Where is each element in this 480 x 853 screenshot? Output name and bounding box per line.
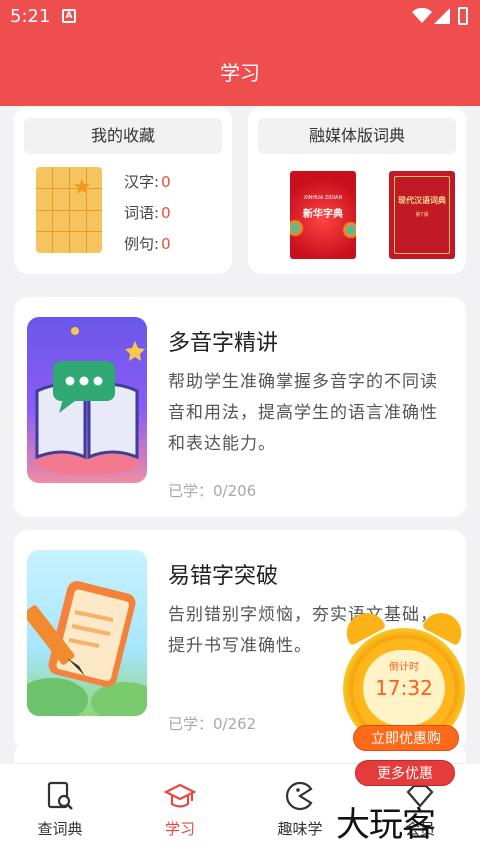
countdown-face: 倒计时 17:32 [363, 650, 445, 726]
favorites-row-count: 0 [161, 173, 171, 191]
page-title: 学习 [220, 61, 260, 85]
course-card-polyphonic[interactable]: 多音字精讲 帮助学生准确掌握多音字的不同读音和用法，提高学生的语言准确性和表达能… [14, 297, 466, 517]
promo-widget[interactable]: 倒计时 17:32 立即优惠购 更多优惠 [335, 600, 470, 800]
tab-label: 学习 [164, 820, 195, 838]
watermark-text: 大玩客 [336, 805, 436, 845]
course-title: 多音字精讲 [168, 331, 279, 356]
favorites-row-label: 词语: [124, 204, 160, 222]
pacman-icon [286, 781, 313, 811]
battery-icon [458, 7, 468, 25]
tab-study[interactable]: 学习 [120, 764, 240, 853]
more-offers-button[interactable]: 更多优惠 [355, 760, 455, 786]
favorites-row-count: 0 [161, 235, 171, 253]
media-dictionary-card[interactable]: 融媒体版词典 XINHUA ZIDIAN 新华字典 现代汉语词典 第7版 [248, 107, 466, 274]
signal-icon [434, 8, 450, 24]
favorites-row-label: 例句: [124, 235, 160, 253]
course-progress: 已学：0/206 [168, 482, 257, 500]
app-header: 学习 [0, 34, 480, 106]
pencil-notebook-illustration [27, 550, 147, 716]
favorites-row-count: 0 [161, 204, 171, 222]
favorites-row-label: 汉字: [124, 173, 160, 191]
star-icon: ★ [72, 175, 92, 200]
media-dictionary-title: 融媒体版词典 [258, 118, 456, 154]
open-book-chat-illustration [27, 317, 147, 483]
status-time: 5:21 [10, 6, 51, 27]
countdown-time: 17:32 [375, 676, 433, 700]
book-title: 新华字典 [303, 209, 343, 220]
book-subtitle: XINHUA ZIDIAN [303, 195, 343, 201]
wifi-icon [412, 8, 432, 23]
status-bar: 5:21 A [0, 0, 480, 34]
course-description: 帮助学生准确掌握多音字的不同读音和用法，提高学生的语言准确性和表达能力。 [168, 372, 438, 454]
favorites-book-icon: ★ [36, 167, 102, 253]
xinhua-dictionary-cover[interactable]: XINHUA ZIDIAN 新华字典 [290, 171, 356, 259]
modern-chinese-dictionary-cover[interactable]: 现代汉语词典 第7版 [389, 171, 455, 259]
course-title: 易错字突破 [168, 564, 279, 589]
countdown-label: 倒计时 [389, 662, 419, 673]
buy-now-button[interactable]: 立即优惠购 [353, 725, 459, 751]
favorites-row-words[interactable]: 词语: 0 [124, 202, 171, 223]
favorites-row-sentences[interactable]: 例句: 0 [124, 233, 171, 254]
book-subtitle: 第7版 [415, 212, 429, 218]
favorites-card[interactable]: 我的收藏 ★ 汉字: 0 词语: 0 例句: 0 [14, 107, 232, 274]
tab-label: 查词典 [37, 820, 83, 838]
book-title: 现代汉语词典 [398, 196, 446, 205]
notification-a-icon: A [62, 9, 76, 23]
graduation-cap-icon [164, 783, 196, 808]
course-progress: 已学：0/262 [168, 715, 257, 733]
favorites-row-chars[interactable]: 汉字: 0 [124, 171, 171, 192]
favorites-title: 我的收藏 [24, 118, 222, 154]
tab-dictionary[interactable]: 查词典 [0, 764, 120, 853]
dictionary-search-icon [47, 781, 73, 810]
